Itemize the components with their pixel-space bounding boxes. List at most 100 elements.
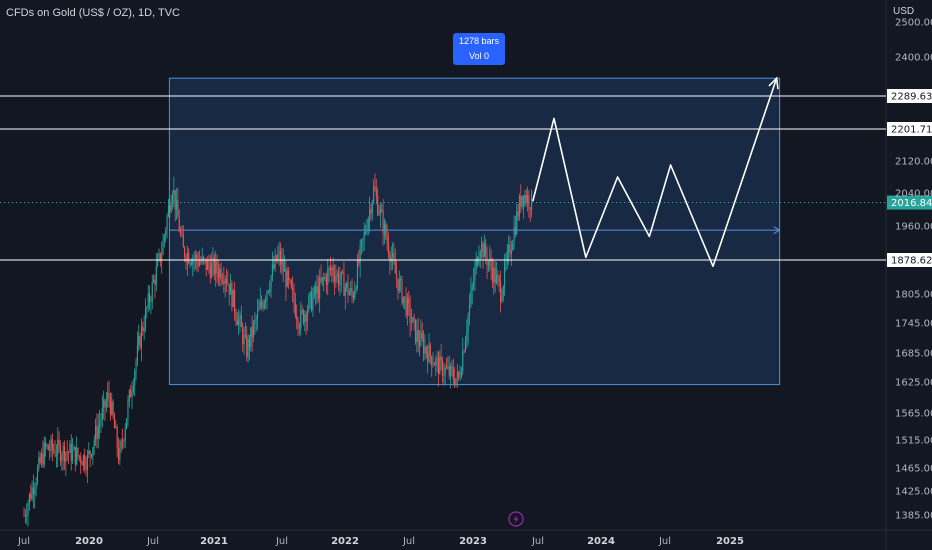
- candle: [328, 266, 330, 283]
- candle: [88, 442, 90, 459]
- candle: [184, 245, 186, 262]
- candle: [350, 281, 352, 296]
- x-tick-label: 2022: [331, 536, 359, 547]
- y-tick-label: 2040.00: [895, 189, 932, 200]
- candle: [432, 351, 434, 368]
- candle: [265, 295, 267, 309]
- candle: [238, 309, 240, 336]
- candle: [257, 298, 259, 330]
- candle: [43, 436, 45, 468]
- candle: [251, 315, 253, 352]
- candle: [495, 261, 498, 285]
- candle: [107, 381, 109, 408]
- candle: [198, 250, 201, 268]
- range-box[interactable]: [168, 77, 781, 386]
- candle: [486, 246, 488, 279]
- candle: [481, 236, 483, 259]
- candle: [54, 440, 56, 458]
- candle: [275, 254, 277, 263]
- candle: [192, 254, 194, 277]
- candle: [223, 267, 225, 293]
- candle: [119, 439, 121, 466]
- candle: [347, 274, 349, 304]
- candle: [396, 260, 398, 289]
- candle: [304, 310, 306, 332]
- candle: [150, 295, 152, 315]
- candle: [45, 437, 47, 457]
- candle: [370, 203, 372, 222]
- candle: [185, 253, 187, 270]
- candle: [293, 283, 295, 314]
- candle: [441, 356, 444, 384]
- candle: [505, 252, 507, 271]
- candle: [444, 364, 446, 386]
- candle: [421, 322, 423, 342]
- candle: [377, 187, 379, 217]
- candle: [501, 288, 503, 304]
- candle: [363, 222, 365, 252]
- y-tick-label: 1960.00: [895, 222, 932, 233]
- candle: [99, 409, 101, 439]
- candle: [30, 484, 32, 502]
- candle: [317, 275, 319, 303]
- candle: [389, 250, 391, 275]
- candle: [433, 361, 435, 366]
- candle: [362, 237, 364, 253]
- candle: [66, 440, 68, 461]
- candle: [85, 456, 87, 477]
- candle: [211, 252, 213, 279]
- candle: [171, 190, 174, 210]
- candle: [128, 388, 130, 408]
- candle: [149, 285, 151, 311]
- candle: [228, 283, 230, 306]
- candle: [196, 251, 198, 272]
- price-chart[interactable]: 2289.63 2201.71 1878.62 2016.84 2500.00 2400…: [0, 0, 932, 550]
- candle: [404, 296, 406, 310]
- candle: [193, 251, 195, 272]
- candle: [281, 247, 283, 275]
- candle: [26, 503, 28, 525]
- candle: [46, 443, 48, 450]
- candle: [57, 427, 59, 468]
- candle: [93, 434, 95, 456]
- candle: [201, 247, 203, 265]
- candle: [169, 199, 171, 219]
- candle: [236, 312, 238, 326]
- candle: [34, 482, 36, 509]
- candle: [343, 261, 345, 297]
- y-tick-label: 2500.00: [895, 18, 932, 29]
- candle: [224, 275, 226, 298]
- candle: [429, 342, 431, 365]
- candle: [63, 440, 66, 471]
- candle: [65, 451, 67, 476]
- candle: [428, 333, 430, 364]
- candle: [225, 268, 228, 292]
- candle: [285, 259, 287, 301]
- candle: [451, 360, 453, 377]
- candle: [36, 464, 39, 486]
- candle: [409, 295, 411, 338]
- current-price-label: 2016.84: [891, 198, 932, 209]
- candle: [208, 254, 210, 275]
- candle: [247, 334, 249, 363]
- candle: [305, 310, 307, 335]
- lightning-icon[interactable]: [508, 511, 524, 527]
- candle: [254, 312, 256, 335]
- candle: [344, 283, 346, 310]
- candle: [282, 248, 284, 283]
- candle: [448, 355, 450, 380]
- candle: [278, 241, 280, 267]
- candle: [471, 282, 473, 305]
- candle: [518, 193, 520, 221]
- candle: [76, 436, 78, 466]
- candle: [455, 378, 457, 388]
- candle: [464, 336, 466, 353]
- candle: [134, 368, 136, 397]
- candle: [340, 271, 342, 293]
- candle: [267, 290, 269, 294]
- candle: [284, 255, 286, 272]
- candle: [352, 291, 354, 304]
- candle: [217, 260, 219, 286]
- candle: [163, 233, 165, 248]
- candle: [240, 305, 242, 328]
